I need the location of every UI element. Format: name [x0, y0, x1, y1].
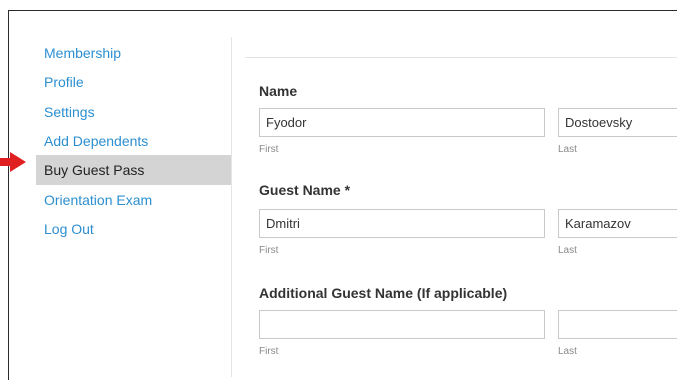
guest-name-label: Guest Name *: [259, 182, 350, 198]
sidebar-item-settings[interactable]: Settings: [36, 97, 231, 127]
sidebar-item-add-dependents[interactable]: Add Dependents: [36, 126, 231, 156]
page-frame: Membership Profile Settings Add Dependen…: [8, 10, 677, 380]
additional-guest-first-input[interactable]: [259, 310, 545, 339]
additional-guest-last-sublabel: Last: [558, 346, 577, 357]
additional-guest-last-input[interactable]: [558, 310, 677, 339]
sidebar-item-orientation-exam[interactable]: Orientation Exam: [36, 185, 231, 215]
name-first-input[interactable]: Fyodor: [259, 108, 545, 137]
sidebar-item-log-out[interactable]: Log Out: [36, 214, 231, 244]
required-asterisk: *: [344, 182, 351, 198]
name-last-input[interactable]: Dostoevsky: [558, 108, 677, 137]
sidebar-item-buy-guest-pass[interactable]: Buy Guest Pass: [36, 155, 231, 185]
name-last-sublabel: Last: [558, 144, 577, 155]
red-arrow-icon: [0, 152, 26, 172]
additional-guest-label: Additional Guest Name (If applicable): [259, 285, 508, 301]
guest-name-label-text: Guest Name: [259, 182, 341, 198]
additional-guest-first-sublabel: First: [259, 346, 279, 357]
guest-first-sublabel: First: [259, 245, 279, 256]
sidebar-divider: [231, 37, 232, 377]
sidebar-nav: Membership Profile Settings Add Dependen…: [9, 11, 239, 380]
content-top-divider: [245, 57, 677, 58]
sidebar-item-membership[interactable]: Membership: [36, 38, 231, 68]
sidebar-item-profile[interactable]: Profile: [36, 67, 231, 97]
guest-first-input[interactable]: Dmitri: [259, 209, 545, 238]
name-label: Name: [259, 83, 298, 99]
guest-last-input[interactable]: Karamazov: [558, 209, 677, 238]
guest-last-sublabel: Last: [558, 245, 577, 256]
name-first-sublabel: First: [259, 144, 279, 155]
